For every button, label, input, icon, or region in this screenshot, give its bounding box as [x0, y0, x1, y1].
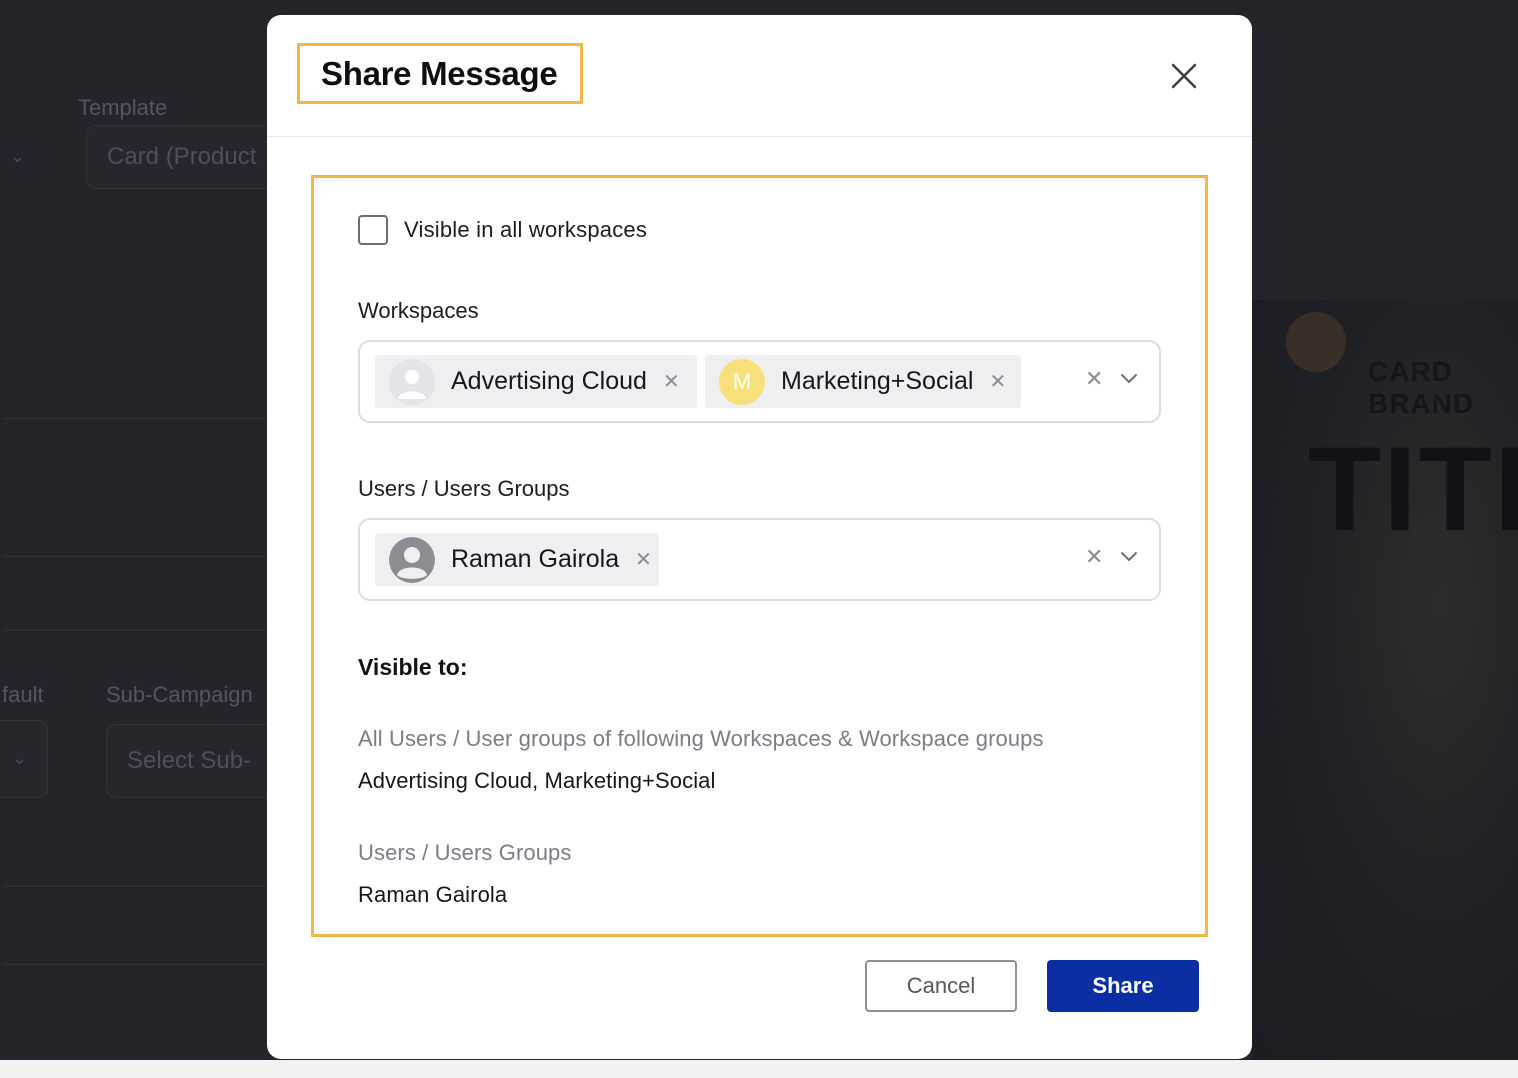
divider: [2, 886, 268, 887]
share-message-modal: Share Message Visible in all workspaces …: [267, 15, 1252, 1059]
user-avatar-icon: [389, 536, 435, 583]
template-select-value: Card (Product: [107, 143, 257, 170]
divider: [2, 556, 268, 557]
workspaces-caption: All Users / User groups of following Wor…: [358, 726, 1044, 751]
workspace-avatar: M: [719, 358, 765, 405]
divider: [2, 964, 268, 965]
bottom-strip: [0, 1060, 1518, 1078]
template-label: Template: [78, 95, 168, 120]
chevron-down-icon[interactable]: [1118, 368, 1140, 390]
modal-header: Share Message: [267, 15, 1252, 137]
modal-title: Share Message: [321, 54, 558, 92]
visible-all-checkbox-row[interactable]: Visible in all workspaces: [358, 215, 647, 245]
workspace-chip-label: Marketing+Social: [781, 367, 974, 395]
cancel-button[interactable]: Cancel: [865, 960, 1017, 1012]
users-value: Raman Gairola: [358, 882, 508, 907]
users-caption: Users / Users Groups: [358, 840, 572, 865]
users-select[interactable]: Raman Gairola ✕ ✕: [358, 518, 1161, 601]
workspace-chip-label: Advertising Cloud: [451, 367, 647, 395]
workspaces-select[interactable]: Advertising Cloud ✕ M Marketing+Social ✕…: [358, 340, 1161, 423]
user-chip-label: Raman Gairola: [451, 545, 620, 573]
default-label: fault: [2, 682, 44, 707]
divider: [2, 418, 268, 419]
chevron-down-icon: ⌄: [10, 146, 26, 166]
share-settings-panel: Visible in all workspaces Workspaces Adv…: [311, 175, 1208, 937]
subcampaign-select: Select Sub-: [106, 724, 286, 798]
title-highlight: Share Message: [297, 43, 583, 104]
workspace-chip: Advertising Cloud ✕: [375, 355, 697, 408]
clear-icon[interactable]: ✕: [1085, 544, 1103, 570]
workspaces-label: Workspaces: [358, 298, 479, 323]
preview-sub-text: SUB: [1400, 590, 1450, 617]
remove-chip-icon[interactable]: ✕: [989, 369, 1006, 394]
chevron-down-icon: ⌄: [12, 748, 28, 768]
close-button[interactable]: [1164, 59, 1204, 93]
chevron-down-icon[interactable]: [1118, 546, 1140, 568]
preview-brand-text: CARD BRAND: [1368, 356, 1475, 419]
visible-all-checkbox[interactable]: [358, 215, 388, 245]
template-select: Card (Product: [86, 125, 286, 189]
close-icon: [1171, 63, 1197, 89]
subcampaign-label: Sub-Campaign: [106, 682, 253, 707]
workspaces-value: Advertising Cloud, Marketing+Social: [358, 768, 716, 793]
remove-chip-icon[interactable]: ✕: [635, 547, 652, 572]
share-button[interactable]: Share: [1047, 960, 1199, 1012]
user-placeholder-icon: [389, 358, 435, 405]
visible-all-label: Visible in all workspaces: [404, 217, 648, 242]
preview-image-shape: [1286, 312, 1346, 372]
visible-to-heading: Visible to:: [358, 654, 468, 680]
workspace-chip: M Marketing+Social ✕: [705, 355, 1021, 408]
user-chip: Raman Gairola ✕: [375, 533, 659, 586]
users-label: Users / Users Groups: [358, 476, 570, 501]
remove-chip-icon[interactable]: ✕: [663, 369, 680, 394]
subcampaign-placeholder: Select Sub-: [127, 747, 252, 774]
clear-icon[interactable]: ✕: [1085, 366, 1103, 392]
divider: [2, 630, 268, 631]
preview-title-text: TITL: [1308, 422, 1518, 556]
